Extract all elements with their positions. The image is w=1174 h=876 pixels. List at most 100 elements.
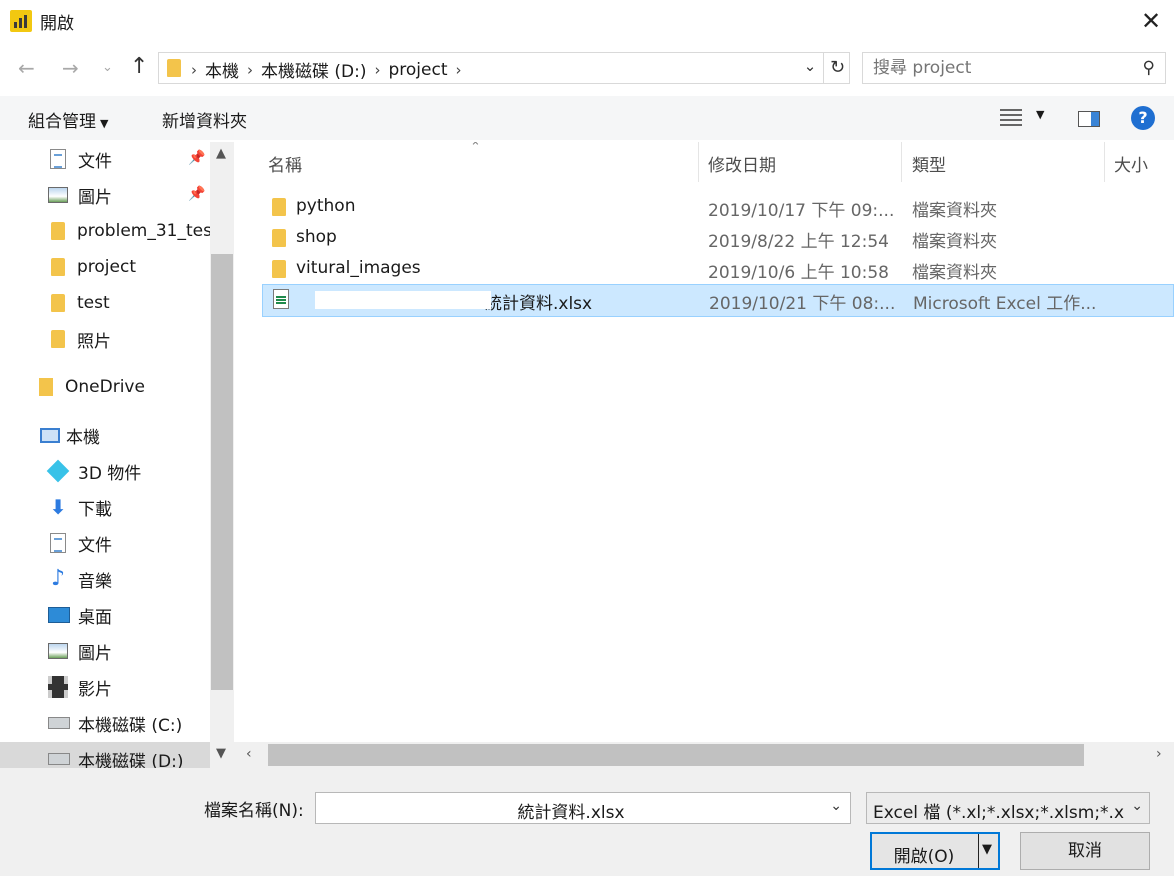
breadcrumb-project[interactable]: project bbox=[389, 60, 448, 80]
pictures-icon bbox=[48, 187, 68, 203]
open-options-caret-icon[interactable]: ▼ bbox=[982, 842, 992, 857]
command-bar: 組合管理 ▼ 新增資料夾 ▼ bbox=[0, 96, 1174, 140]
column-divider[interactable] bbox=[901, 142, 902, 182]
window-title: 開啟 bbox=[40, 14, 74, 34]
search-input[interactable] bbox=[873, 57, 1123, 79]
nav-item-drive-c[interactable]: 本機磁碟 (C:) bbox=[0, 706, 210, 740]
dialog-footer: 檔案名稱(N): 統計資料.xlsx ⌄ Excel 檔 (*.xl;*.xls… bbox=[0, 768, 1174, 876]
filename-label: 檔案名稱(N): bbox=[204, 801, 304, 821]
breadcrumb-separator-icon[interactable]: › bbox=[456, 61, 462, 79]
help-icon[interactable]: ? bbox=[1131, 106, 1155, 130]
organize-label: 組合管理 bbox=[28, 112, 96, 132]
filetype-dropdown-icon[interactable]: ⌄ bbox=[1131, 798, 1143, 814]
folder-icon bbox=[51, 258, 65, 276]
horizontal-scroll-thumb[interactable] bbox=[268, 744, 1084, 766]
nav-item-music[interactable]: ♪ 音樂 bbox=[0, 562, 210, 596]
close-button[interactable]: ✕ bbox=[1132, 4, 1170, 38]
nav-item-documents[interactable]: 文件 bbox=[0, 526, 210, 560]
pictures-icon bbox=[48, 643, 68, 659]
nav-item-problem-31[interactable]: problem_31_tes bbox=[0, 214, 210, 248]
nav-item-photos[interactable]: 照片 bbox=[0, 322, 210, 356]
column-header-name[interactable]: 名稱 bbox=[268, 142, 302, 182]
scroll-right-icon[interactable]: › bbox=[1156, 746, 1162, 762]
nav-item-pictures[interactable]: 圖片 bbox=[0, 634, 210, 668]
open-button[interactable]: 開啟(O) ▼ bbox=[870, 832, 1000, 870]
breadcrumb: › 本機 › 本機磁碟 (D:) › project › bbox=[191, 57, 462, 83]
powerbi-app-icon bbox=[10, 10, 32, 32]
filename-field[interactable]: 統計資料.xlsx ⌄ bbox=[315, 792, 851, 824]
address-dropdown-icon[interactable]: ⌄ bbox=[799, 57, 821, 75]
scroll-left-icon[interactable]: ‹ bbox=[246, 746, 252, 762]
scroll-down-icon[interactable]: ▼ bbox=[216, 746, 226, 761]
filename-dropdown-icon[interactable]: ⌄ bbox=[830, 798, 842, 814]
folder-icon bbox=[51, 222, 65, 240]
breadcrumb-this-pc[interactable]: 本機 bbox=[205, 57, 239, 82]
column-header-date[interactable]: 修改日期 bbox=[708, 142, 776, 182]
horizontal-scrollbar[interactable]: ‹ › bbox=[234, 742, 1174, 768]
scroll-up-icon[interactable]: ▲ bbox=[216, 146, 226, 161]
nav-item-test[interactable]: test bbox=[0, 286, 210, 320]
refresh-icon[interactable]: ↻ bbox=[823, 53, 851, 83]
sort-ascending-icon: ⌃ bbox=[470, 142, 481, 155]
file-list: ⌃ 名稱 修改日期 類型 大小 python 2019/10/17 下午 09:… bbox=[246, 142, 1174, 768]
column-divider[interactable] bbox=[698, 142, 699, 182]
up-arrow-icon[interactable]: ↑ bbox=[130, 54, 148, 79]
nav-item-desktop[interactable]: 桌面 bbox=[0, 598, 210, 632]
organize-button[interactable]: 組合管理 ▼ bbox=[28, 107, 108, 132]
nav-item-onedrive[interactable]: OneDrive bbox=[0, 370, 210, 404]
folder-icon bbox=[51, 294, 65, 312]
nav-scrollbar[interactable]: ▲ ▼ bbox=[210, 142, 234, 768]
back-arrow-icon[interactable]: ← bbox=[18, 56, 35, 80]
search-icon[interactable]: ⚲ bbox=[1143, 58, 1155, 78]
folder-icon bbox=[272, 260, 286, 278]
column-divider[interactable] bbox=[1104, 142, 1105, 182]
nav-item-pictures-quick[interactable]: 圖片 📌 bbox=[0, 178, 210, 212]
file-row-shop[interactable]: shop 2019/8/22 上午 12:54 檔案資料夾 bbox=[262, 223, 1174, 254]
pin-icon[interactable]: 📌 bbox=[188, 186, 205, 202]
breadcrumb-separator-icon[interactable]: › bbox=[247, 61, 253, 79]
nav-scroll-thumb[interactable] bbox=[211, 254, 233, 690]
new-folder-button[interactable]: 新增資料夾 bbox=[162, 107, 247, 132]
cancel-button[interactable]: 取消 bbox=[1020, 832, 1150, 870]
nav-item-videos[interactable]: 影片 bbox=[0, 670, 210, 704]
document-icon bbox=[50, 533, 66, 553]
folder-icon bbox=[167, 59, 181, 77]
breadcrumb-separator-icon[interactable]: › bbox=[191, 61, 197, 79]
view-details-icon[interactable] bbox=[1000, 108, 1022, 126]
this-pc-icon bbox=[40, 427, 60, 443]
nav-item-downloads[interactable]: ⬇ 下載 bbox=[0, 490, 210, 524]
breadcrumb-drive-d[interactable]: 本機磁碟 (D:) bbox=[261, 57, 367, 82]
nav-item-this-pc[interactable]: 本機 bbox=[0, 418, 210, 452]
nav-item-project[interactable]: project bbox=[0, 250, 210, 284]
nav-item-3d-objects[interactable]: 3D 物件 bbox=[0, 454, 210, 488]
column-header-type[interactable]: 類型 bbox=[912, 142, 946, 182]
nav-item-drive-d[interactable]: 本機磁碟 (D:) bbox=[0, 742, 210, 768]
file-row-xlsx[interactable]: 統計資料.xlsx 2019/10/21 下午 08:... Microsoft… bbox=[262, 284, 1174, 317]
breadcrumb-separator-icon[interactable]: › bbox=[375, 61, 381, 79]
nav-item-documents-quick[interactable]: 文件 📌 bbox=[0, 142, 210, 176]
navigation-pane: 文件 📌 圖片 📌 problem_31_tes project test 照片… bbox=[0, 142, 234, 768]
recent-locations-chevron-icon[interactable]: ⌄ bbox=[102, 60, 113, 75]
file-row-vitural-images[interactable]: vitural_images 2019/10/6 上午 10:58 檔案資料夾 bbox=[262, 254, 1174, 285]
folder-icon bbox=[272, 229, 286, 247]
drive-icon bbox=[48, 753, 70, 765]
address-bar[interactable]: › 本機 › 本機磁碟 (D:) › project › ⌄ ↻ bbox=[158, 52, 850, 84]
video-icon bbox=[48, 676, 68, 698]
drive-icon bbox=[48, 717, 70, 729]
open-button-label[interactable]: 開啟(O) bbox=[872, 842, 976, 867]
excel-file-icon bbox=[273, 289, 289, 309]
search-box[interactable]: ⚲ bbox=[862, 52, 1166, 84]
pin-icon[interactable]: 📌 bbox=[188, 150, 205, 166]
open-split-divider bbox=[978, 834, 979, 868]
view-caret-icon[interactable]: ▼ bbox=[1036, 108, 1044, 121]
preview-pane-icon[interactable] bbox=[1078, 111, 1100, 127]
forward-arrow-icon[interactable]: → bbox=[62, 56, 79, 80]
filetype-select[interactable]: Excel 檔 (*.xl;*.xlsx;*.xlsm;*.xlsb ⌄ bbox=[866, 792, 1150, 824]
desktop-icon bbox=[48, 607, 70, 623]
filename-value[interactable]: 統計資料.xlsx bbox=[316, 798, 826, 823]
onedrive-icon bbox=[39, 378, 53, 396]
column-header-size[interactable]: 大小 bbox=[1114, 142, 1148, 182]
music-icon: ♪ bbox=[50, 566, 66, 591]
file-row-python[interactable]: python 2019/10/17 下午 09:... 檔案資料夾 bbox=[262, 192, 1174, 223]
folder-icon bbox=[51, 330, 65, 348]
